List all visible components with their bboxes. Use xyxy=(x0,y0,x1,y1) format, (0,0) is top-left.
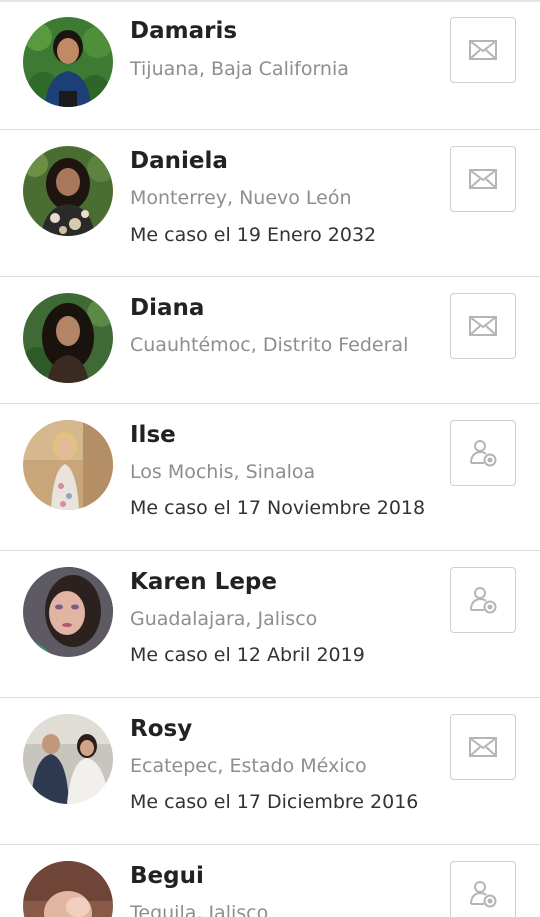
message-button[interactable] xyxy=(450,714,516,780)
contact-location: Guadalajara, Jalisco xyxy=(130,608,318,630)
contact-name[interactable]: Rosy xyxy=(130,716,192,742)
add-friend-icon xyxy=(470,587,497,614)
contact-name[interactable]: Karen Lepe xyxy=(130,569,277,595)
list-item[interactable]: Daniela Monterrey, Nuevo León Me caso el… xyxy=(0,129,540,276)
message-icon xyxy=(469,737,497,757)
avatar[interactable] xyxy=(23,861,113,917)
message-icon xyxy=(469,40,497,60)
avatar[interactable] xyxy=(23,17,113,107)
message-icon xyxy=(469,169,497,189)
message-button[interactable] xyxy=(450,17,516,83)
add-friend-icon xyxy=(470,881,497,908)
contact-name[interactable]: Begui xyxy=(130,863,204,889)
avatar[interactable] xyxy=(23,146,113,236)
contact-location: Ecatepec, Estado México xyxy=(130,755,367,777)
message-button[interactable] xyxy=(450,293,516,359)
list-item[interactable]: Rosy Ecatepec, Estado México Me caso el … xyxy=(0,697,540,844)
avatar[interactable] xyxy=(23,420,113,510)
message-icon xyxy=(469,316,497,336)
add-friend-button[interactable] xyxy=(450,861,516,917)
contact-location: Tequila, Jalisco xyxy=(130,902,269,917)
contact-name[interactable]: Daniela xyxy=(130,148,228,174)
avatar[interactable] xyxy=(23,567,113,657)
add-friend-button[interactable] xyxy=(450,420,516,486)
wedding-date: Me caso el 17 Noviembre 2018 xyxy=(130,497,426,519)
contact-location: Cuauhtémoc, Distrito Federal xyxy=(130,334,409,356)
contact-location: Monterrey, Nuevo León xyxy=(130,187,352,209)
contact-name[interactable]: Diana xyxy=(130,295,204,321)
list-item[interactable]: Diana Cuauhtémoc, Distrito Federal xyxy=(0,276,540,403)
wedding-date: Me caso el 19 Enero 2032 xyxy=(130,224,377,246)
message-button[interactable] xyxy=(450,146,516,212)
avatar[interactable] xyxy=(23,293,113,383)
avatar[interactable] xyxy=(23,714,113,804)
add-friend-button[interactable] xyxy=(450,567,516,633)
contact-location: Tijuana, Baja California xyxy=(130,58,349,80)
list-item[interactable]: Begui Tequila, Jalisco xyxy=(0,844,540,917)
contact-name[interactable]: Damaris xyxy=(130,18,237,44)
contact-name[interactable]: Ilse xyxy=(130,422,176,448)
list-item[interactable]: Ilse Los Mochis, Sinaloa Me caso el 17 N… xyxy=(0,403,540,550)
contact-location: Los Mochis, Sinaloa xyxy=(130,461,316,483)
wedding-date: Me caso el 17 Diciembre 2016 xyxy=(130,791,419,813)
list-item[interactable]: Karen Lepe Guadalajara, Jalisco Me caso … xyxy=(0,550,540,697)
wedding-date: Me caso el 12 Abril 2019 xyxy=(130,644,365,666)
list-item[interactable]: Damaris Tijuana, Baja California xyxy=(0,0,540,129)
add-friend-icon xyxy=(470,440,497,467)
